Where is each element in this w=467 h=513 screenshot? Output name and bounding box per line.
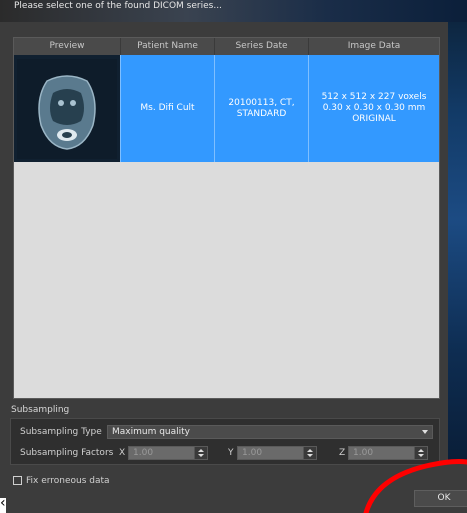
column-header-image-data[interactable]: Image Data xyxy=(309,38,439,55)
ct-scan-thumbnail-icon xyxy=(17,58,117,159)
window-title: Please select one of the found DICOM ser… xyxy=(14,1,222,11)
title-bar: Please select one of the found DICOM ser… xyxy=(0,0,467,22)
preview-cell[interactable] xyxy=(14,55,121,162)
subsampling-section-label: Subsampling xyxy=(11,405,70,415)
column-header-series-date[interactable]: Series Date xyxy=(215,38,309,55)
subsampling-type-value: Maximum quality xyxy=(112,427,190,437)
factor-y-spinbox[interactable]: 1.00 xyxy=(237,446,317,460)
subsampling-type-select[interactable]: Maximum quality xyxy=(107,425,433,439)
column-header-preview[interactable]: Preview xyxy=(14,38,121,55)
spin-arrows-icon[interactable] xyxy=(194,447,207,459)
chevron-down-icon xyxy=(422,430,428,434)
factor-z-label: Z xyxy=(339,448,346,458)
factor-x-label: X xyxy=(119,448,126,458)
ok-button[interactable]: OK xyxy=(414,490,467,507)
subsampling-type-label: Subsampling Type xyxy=(20,427,102,437)
spin-arrows-icon[interactable] xyxy=(303,447,316,459)
cursor-fragment-icon: ‹ xyxy=(0,495,6,511)
fix-erroneous-label[interactable]: Fix erroneous data xyxy=(26,476,110,486)
image-data-cell: 512 x 512 x 227 voxels 0.30 x 0.30 x 0.3… xyxy=(321,92,427,124)
factor-y-label: Y xyxy=(228,448,234,458)
table-row[interactable]: Ms. Difi Cult 20100113, CT, STANDARD 512… xyxy=(14,55,439,162)
background-window-strip xyxy=(448,22,467,460)
column-header-patient-name[interactable]: Patient Name xyxy=(121,38,215,55)
table-header: Preview Patient Name Series Date Image D… xyxy=(14,38,439,55)
subsampling-factors-label: Subsampling Factors xyxy=(20,448,114,458)
patient-name-cell: Ms. Difi Cult xyxy=(121,55,215,162)
factor-x-value: 1.00 xyxy=(133,448,154,458)
fix-erroneous-checkbox[interactable] xyxy=(13,476,22,485)
dicom-series-dialog: Please select one of the found DICOM ser… xyxy=(0,0,467,513)
factor-y-value: 1.00 xyxy=(242,448,263,458)
factor-x-spinbox[interactable]: 1.00 xyxy=(128,446,208,460)
series-date-cell: 20100113, CT, STANDARD xyxy=(215,55,309,162)
spin-arrows-icon[interactable] xyxy=(414,447,427,459)
series-table: Preview Patient Name Series Date Image D… xyxy=(13,37,440,399)
factor-z-value: 1.00 xyxy=(353,448,374,458)
factor-z-spinbox[interactable]: 1.00 xyxy=(348,446,428,460)
